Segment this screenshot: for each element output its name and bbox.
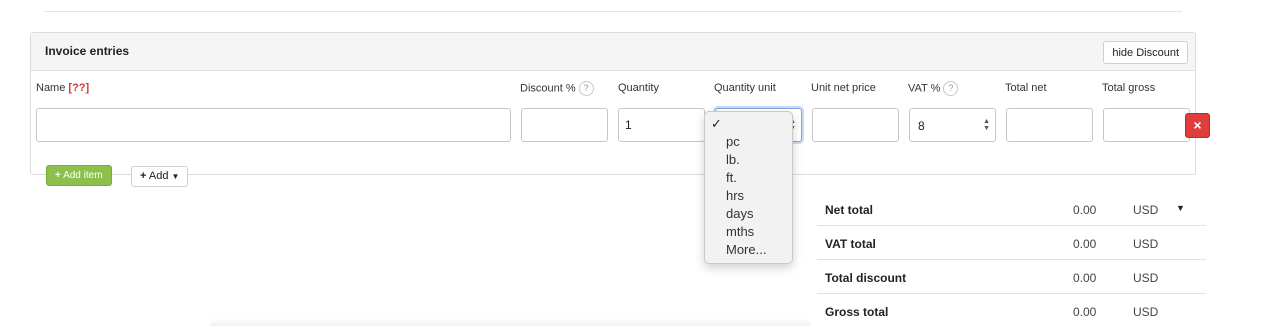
caret-down-icon: ▼ bbox=[171, 172, 180, 181]
quantity-column-label: Quantity bbox=[618, 82, 659, 94]
currency-label: USD bbox=[1133, 237, 1159, 251]
currency-label: USD bbox=[1133, 305, 1159, 319]
name-input[interactable] bbox=[36, 108, 511, 142]
vat-select[interactable]: 8 ▲ ▼ bbox=[909, 108, 996, 142]
dropdown-option[interactable]: ft. bbox=[726, 170, 737, 185]
discount-column-label: Discount %? bbox=[520, 81, 594, 96]
total-label: Gross total bbox=[825, 305, 889, 319]
total-discount-row: Total discount 0.00 USD bbox=[817, 260, 1206, 294]
vat-value: 8 bbox=[918, 119, 925, 133]
unit-net-price-input[interactable] bbox=[812, 108, 899, 142]
help-icon[interactable]: ? bbox=[943, 81, 959, 96]
total-label: Total discount bbox=[825, 271, 907, 285]
total-amount: 0.00 bbox=[1073, 203, 1097, 217]
discount-input[interactable] bbox=[521, 108, 608, 142]
total-net-column-label: Total net bbox=[1005, 82, 1047, 94]
gross-total-row: Gross total 0.00 USD bbox=[817, 294, 1206, 328]
vat-column-label: VAT %? bbox=[908, 81, 959, 96]
total-label: VAT total bbox=[825, 237, 876, 251]
quantity-unit-dropdown: ✓ pc lb. ft. hrs days mths More... bbox=[704, 111, 793, 264]
dropdown-option[interactable]: pc bbox=[726, 134, 740, 149]
select-arrows-icon: ▲▼ bbox=[983, 118, 990, 132]
plus-icon: + bbox=[55, 170, 61, 181]
total-gross-input[interactable] bbox=[1103, 108, 1190, 142]
total-amount: 0.00 bbox=[1073, 237, 1097, 251]
dropdown-option-more[interactable]: More... bbox=[726, 242, 766, 257]
delete-row-button[interactable]: × bbox=[1185, 113, 1210, 138]
quantity-input[interactable] bbox=[618, 108, 705, 142]
total-gross-column-label: Total gross bbox=[1102, 82, 1156, 94]
top-divider bbox=[44, 11, 1182, 12]
panel-header: Invoice entries hide Discount bbox=[31, 33, 1195, 71]
net-total-row: Net total 0.00 USD ▼ bbox=[817, 192, 1206, 226]
invoice-entries-panel: Invoice entries hide Discount bbox=[30, 32, 1196, 175]
currency-label: USD bbox=[1133, 203, 1159, 217]
total-amount: 0.00 bbox=[1073, 271, 1097, 285]
panel-title: Invoice entries bbox=[45, 44, 130, 58]
name-column-label: Name [??] bbox=[36, 82, 90, 94]
quantity-unit-column-label: Quantity unit bbox=[714, 82, 776, 94]
currency-label: USD bbox=[1133, 271, 1159, 285]
total-label: Net total bbox=[825, 203, 873, 217]
add-item-button[interactable]: + Add item bbox=[46, 165, 112, 186]
help-icon[interactable]: ? bbox=[578, 81, 594, 96]
total-net-input[interactable] bbox=[1006, 108, 1093, 142]
dropdown-option[interactable]: mths bbox=[726, 224, 754, 239]
dropdown-option[interactable]: hrs bbox=[726, 188, 744, 203]
unit-net-price-column-label: Unit net price bbox=[811, 82, 876, 94]
dropdown-option[interactable]: days bbox=[726, 206, 753, 221]
required-marker: [??] bbox=[68, 82, 90, 94]
plus-icon: + bbox=[140, 170, 147, 182]
checkmark-icon: ✓ bbox=[711, 116, 722, 131]
total-amount: 0.00 bbox=[1073, 305, 1097, 319]
add-dropdown-button[interactable]: + Add ▼ bbox=[131, 166, 189, 187]
vat-total-row: VAT total 0.00 USD bbox=[817, 226, 1206, 260]
close-icon: × bbox=[1193, 117, 1202, 133]
dropdown-option[interactable]: lb. bbox=[726, 152, 740, 167]
caret-down-icon[interactable]: ▼ bbox=[1176, 203, 1185, 213]
hide-discount-button[interactable]: hide Discount bbox=[1103, 41, 1188, 64]
